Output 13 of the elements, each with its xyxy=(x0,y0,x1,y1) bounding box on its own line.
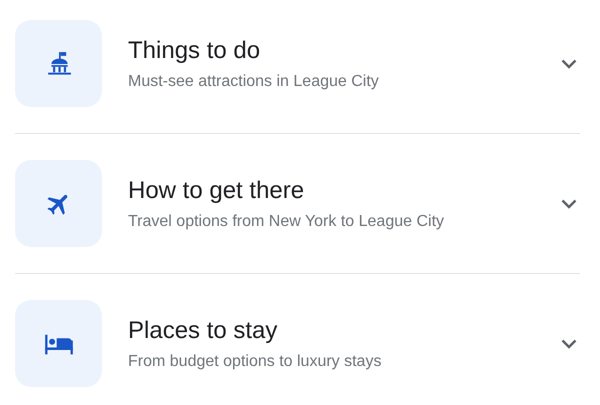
section-subtitle: From budget options to luxury stays xyxy=(128,352,382,372)
section-title: Places to stay xyxy=(128,316,278,346)
section-title: How to get there xyxy=(128,176,306,206)
section-subtitle: Must-see attractions in League City xyxy=(128,72,380,92)
landmark-icon xyxy=(46,50,72,76)
section-title: Things to do xyxy=(128,36,262,66)
section-subtitle: Travel options from New York to League City xyxy=(128,212,446,232)
chevron-icon xyxy=(561,58,577,68)
section-item[interactable]: Places to stay From budget options to luxury stays xyxy=(15,300,580,387)
chevron-icon xyxy=(561,198,577,208)
section-item[interactable]: How to get there Travel options from New York to League City xyxy=(15,160,580,247)
chevron-icon xyxy=(561,338,577,348)
section-item[interactable]: Things to do Must-see attractions in League City xyxy=(15,20,580,107)
